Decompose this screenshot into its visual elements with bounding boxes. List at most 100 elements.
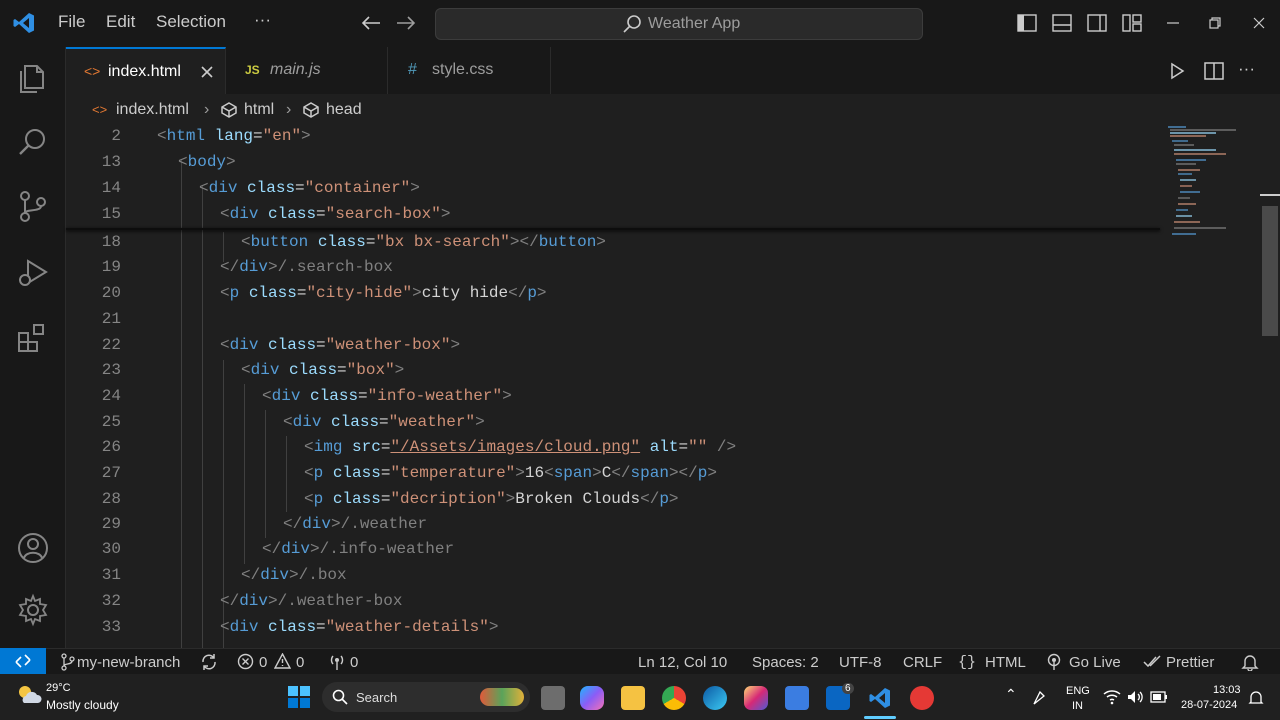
accounts-icon[interactable] [16, 531, 50, 565]
clock-date[interactable]: 28-07-2024 [1181, 699, 1237, 711]
warning-count[interactable]: 0 [296, 654, 304, 671]
chrome-icon[interactable] [662, 686, 686, 710]
split-editor-icon[interactable] [1204, 62, 1224, 80]
element-symbol-icon [221, 102, 237, 118]
go-live-button[interactable]: Go Live [1069, 654, 1121, 671]
menu-more[interactable]: ··· [254, 10, 271, 30]
run-file-icon[interactable] [1168, 62, 1186, 80]
customize-layout-icon[interactable] [1122, 14, 1142, 32]
weather-desc[interactable]: Mostly cloudy [46, 698, 119, 712]
source-control-icon[interactable] [16, 189, 50, 223]
sticky-scroll-separator [66, 228, 1160, 230]
copilot-icon[interactable] [580, 686, 604, 710]
instagram-icon[interactable] [744, 686, 768, 710]
breadcrumb-html[interactable]: html [244, 101, 274, 119]
error-count[interactable]: 0 [259, 654, 267, 671]
code-line: <body> [178, 153, 236, 171]
tab-index-html[interactable]: <> index.html [66, 47, 226, 94]
title-bar: File Edit Selection ··· Weather App [0, 0, 1280, 47]
toggle-panel-icon[interactable] [1052, 14, 1072, 32]
remote-indicator[interactable] [0, 648, 46, 674]
recorder-icon[interactable] [910, 686, 934, 710]
search-highlight-image [480, 688, 524, 706]
notifications-bell-icon[interactable] [1241, 653, 1259, 671]
indent-guide [244, 384, 245, 564]
extensions-icon[interactable] [16, 321, 50, 355]
search-icon [332, 689, 348, 705]
more-actions-icon[interactable]: ··· [1238, 59, 1255, 79]
sync-icon[interactable] [200, 653, 218, 671]
active-app-indicator [864, 716, 896, 719]
code-line: <div class="weather-box"> [220, 336, 461, 354]
vertical-scrollbar[interactable] [1258, 124, 1280, 648]
branch-name[interactable]: my-new-branch [77, 654, 180, 671]
error-icon[interactable] [237, 653, 254, 670]
code-line: <div class="weather-details"> [220, 618, 499, 636]
explorer-icon[interactable] [16, 61, 50, 95]
braces-icon[interactable]: {} [958, 654, 976, 671]
breadcrumb-file[interactable]: index.html [116, 101, 189, 119]
edge-icon[interactable] [703, 686, 727, 710]
code-line: <div class="container"> [199, 179, 420, 197]
minimap[interactable] [1166, 124, 1242, 244]
show-hidden-icons-chevron-icon[interactable]: ⌃ [1005, 686, 1017, 703]
search-view-icon[interactable] [16, 125, 50, 159]
code-line: <div class="info-weather"> [262, 387, 512, 405]
forward-arrow-icon[interactable] [395, 14, 417, 32]
language-eng[interactable]: ENG [1066, 685, 1090, 697]
tab-main-js[interactable]: JS main.js [227, 47, 388, 94]
language-region[interactable]: IN [1072, 700, 1083, 712]
run-debug-icon[interactable] [16, 255, 50, 289]
code-line: </div>/.box [241, 566, 347, 584]
line-number: 15 [101, 205, 121, 223]
encoding[interactable]: UTF-8 [839, 654, 882, 671]
taskbar-search-box[interactable]: Search [322, 682, 530, 712]
vscode-taskbar-icon[interactable] [868, 686, 892, 710]
warning-icon[interactable] [274, 653, 291, 669]
command-center-search[interactable]: Weather App [435, 8, 923, 40]
volume-icon[interactable] [1126, 689, 1144, 705]
tab-label: style.css [432, 61, 494, 78]
language-mode[interactable]: HTML [985, 654, 1026, 671]
ports-broadcast-icon[interactable] [328, 653, 346, 671]
back-arrow-icon[interactable] [360, 14, 382, 32]
scrollbar-thumb[interactable] [1262, 206, 1278, 336]
code-line: </div>/.weather [283, 515, 428, 533]
battery-icon[interactable] [1150, 690, 1168, 704]
prettier-status[interactable]: Prettier [1166, 654, 1214, 671]
breadcrumb-head[interactable]: head [326, 101, 362, 119]
restore-icon[interactable] [1207, 15, 1223, 31]
weather-cloud-icon [19, 686, 42, 703]
code-line: </div>/.info-weather [262, 540, 455, 558]
toggle-secondary-sidebar-icon[interactable] [1087, 14, 1107, 32]
wifi-icon[interactable] [1103, 689, 1121, 705]
windows-start-icon[interactable] [287, 685, 311, 709]
vscode-logo-icon[interactable] [12, 11, 36, 35]
weather-temp[interactable]: 29°C [46, 682, 71, 694]
cursor-position[interactable]: Ln 12, Col 10 [638, 654, 727, 671]
store-icon[interactable] [785, 686, 809, 710]
line-number: 18 [101, 233, 121, 251]
line-ending[interactable]: CRLF [903, 654, 942, 671]
clock-time[interactable]: 13:03 [1213, 684, 1241, 696]
status-bar: my-new-branch 0 0 0 Ln 12, Col 10 Spaces… [0, 648, 1280, 675]
settings-gear-icon[interactable] [16, 593, 50, 627]
ports-count[interactable]: 0 [350, 654, 358, 671]
file-explorer-icon[interactable] [621, 686, 645, 710]
menu-file[interactable]: File [58, 12, 85, 32]
line-number: 32 [101, 592, 121, 610]
line-number: 2 [111, 127, 121, 145]
close-window-icon[interactable] [1251, 15, 1267, 31]
tab-style-css[interactable]: # style.css [388, 47, 551, 94]
menu-edit[interactable]: Edit [106, 12, 135, 32]
line-number: 23 [101, 361, 121, 379]
minimize-icon[interactable] [1165, 15, 1181, 31]
notification-center-icon[interactable] [1248, 690, 1264, 706]
indentation[interactable]: Spaces: 2 [752, 654, 819, 671]
line-number: 28 [101, 490, 121, 508]
task-view-icon[interactable] [541, 686, 565, 710]
toggle-primary-sidebar-icon[interactable] [1017, 14, 1037, 32]
menu-selection[interactable]: Selection [156, 12, 226, 32]
close-tab-icon[interactable] [200, 65, 214, 79]
pen-menu-icon[interactable] [1032, 688, 1052, 706]
